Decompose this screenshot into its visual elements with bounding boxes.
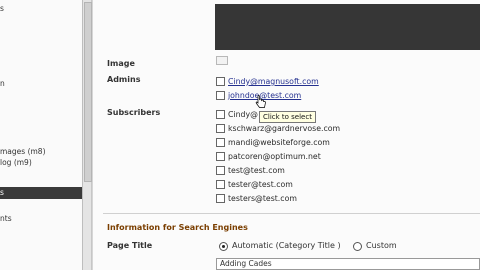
subscriber-checkbox[interactable] bbox=[216, 152, 225, 161]
seo-section-heading: Information for Search Engines bbox=[107, 223, 248, 232]
section-divider bbox=[103, 213, 480, 214]
subscriber-row: mandi@websiteforge.com bbox=[216, 137, 330, 148]
admin-checkbox[interactable] bbox=[216, 91, 225, 100]
subscriber-checkbox[interactable] bbox=[216, 124, 225, 133]
radio-selected-dot bbox=[222, 245, 225, 248]
sidebar: s n mages (m8) log (m9) s nts bbox=[0, 0, 82, 270]
radio-custom[interactable] bbox=[353, 242, 362, 251]
subscriber-row: kschwarz@gardnervose.com bbox=[216, 123, 340, 134]
sidebar-item-selected-label: s bbox=[0, 188, 4, 197]
subscriber-checkbox[interactable] bbox=[216, 110, 225, 119]
image-label: Image bbox=[107, 59, 135, 68]
subscriber-row: Cindy@ bbox=[216, 109, 258, 120]
sidebar-item[interactable]: n bbox=[0, 79, 5, 88]
admin-email-link[interactable]: Cindy@magnusoft.com bbox=[228, 77, 319, 86]
subscriber-checkbox[interactable] bbox=[216, 194, 225, 203]
subscriber-email[interactable]: test@test.com bbox=[228, 166, 285, 175]
subscriber-row: test@test.com bbox=[216, 165, 285, 176]
subscriber-email[interactable]: Cindy@ bbox=[228, 110, 258, 119]
subscriber-row: testers@test.com bbox=[216, 193, 297, 204]
subscriber-row: patcoren@optimum.net bbox=[216, 151, 321, 162]
admin-checkbox[interactable] bbox=[216, 77, 225, 86]
page-title-label: Page Title bbox=[107, 241, 153, 250]
subscriber-row: tester@test.com bbox=[216, 179, 293, 190]
tooltip: Click to select bbox=[259, 111, 316, 123]
subscriber-checkbox[interactable] bbox=[216, 138, 225, 147]
subscriber-email[interactable]: mandi@websiteforge.com bbox=[228, 138, 330, 147]
radio-automatic[interactable] bbox=[219, 242, 228, 251]
admins-label: Admins bbox=[107, 75, 141, 84]
main-content: Image Admins Cindy@magnusoft.com johndoe… bbox=[93, 0, 480, 270]
subscribers-label: Subscribers bbox=[107, 108, 161, 117]
sidebar-scrollbar-thumb[interactable] bbox=[84, 2, 92, 182]
image-picker-button[interactable] bbox=[216, 56, 228, 65]
subscriber-checkbox[interactable] bbox=[216, 180, 225, 189]
hand-cursor-icon bbox=[255, 95, 266, 108]
admin-row: Cindy@magnusoft.com bbox=[216, 76, 319, 87]
sidebar-scrollbar[interactable] bbox=[82, 0, 92, 270]
subscriber-email[interactable]: kschwarz@gardnervose.com bbox=[228, 124, 340, 133]
sidebar-item-selected[interactable]: s bbox=[0, 187, 82, 199]
subscriber-email[interactable]: patcoren@optimum.net bbox=[228, 152, 321, 161]
page-title-input[interactable]: Adding Cades bbox=[216, 258, 480, 270]
sidebar-item[interactable]: mages (m8) bbox=[0, 147, 46, 156]
subscriber-email[interactable]: tester@test.com bbox=[228, 180, 293, 189]
subscriber-email[interactable]: testers@test.com bbox=[228, 194, 297, 203]
radio-automatic-label: Automatic (Category Title ) bbox=[232, 241, 341, 250]
header-bar bbox=[215, 4, 480, 50]
sidebar-item[interactable]: nts bbox=[0, 214, 12, 223]
sidebar-item[interactable]: s bbox=[0, 4, 4, 13]
subscriber-checkbox[interactable] bbox=[216, 166, 225, 175]
radio-custom-label: Custom bbox=[366, 241, 397, 250]
sidebar-item[interactable]: log (m9) bbox=[0, 158, 32, 167]
